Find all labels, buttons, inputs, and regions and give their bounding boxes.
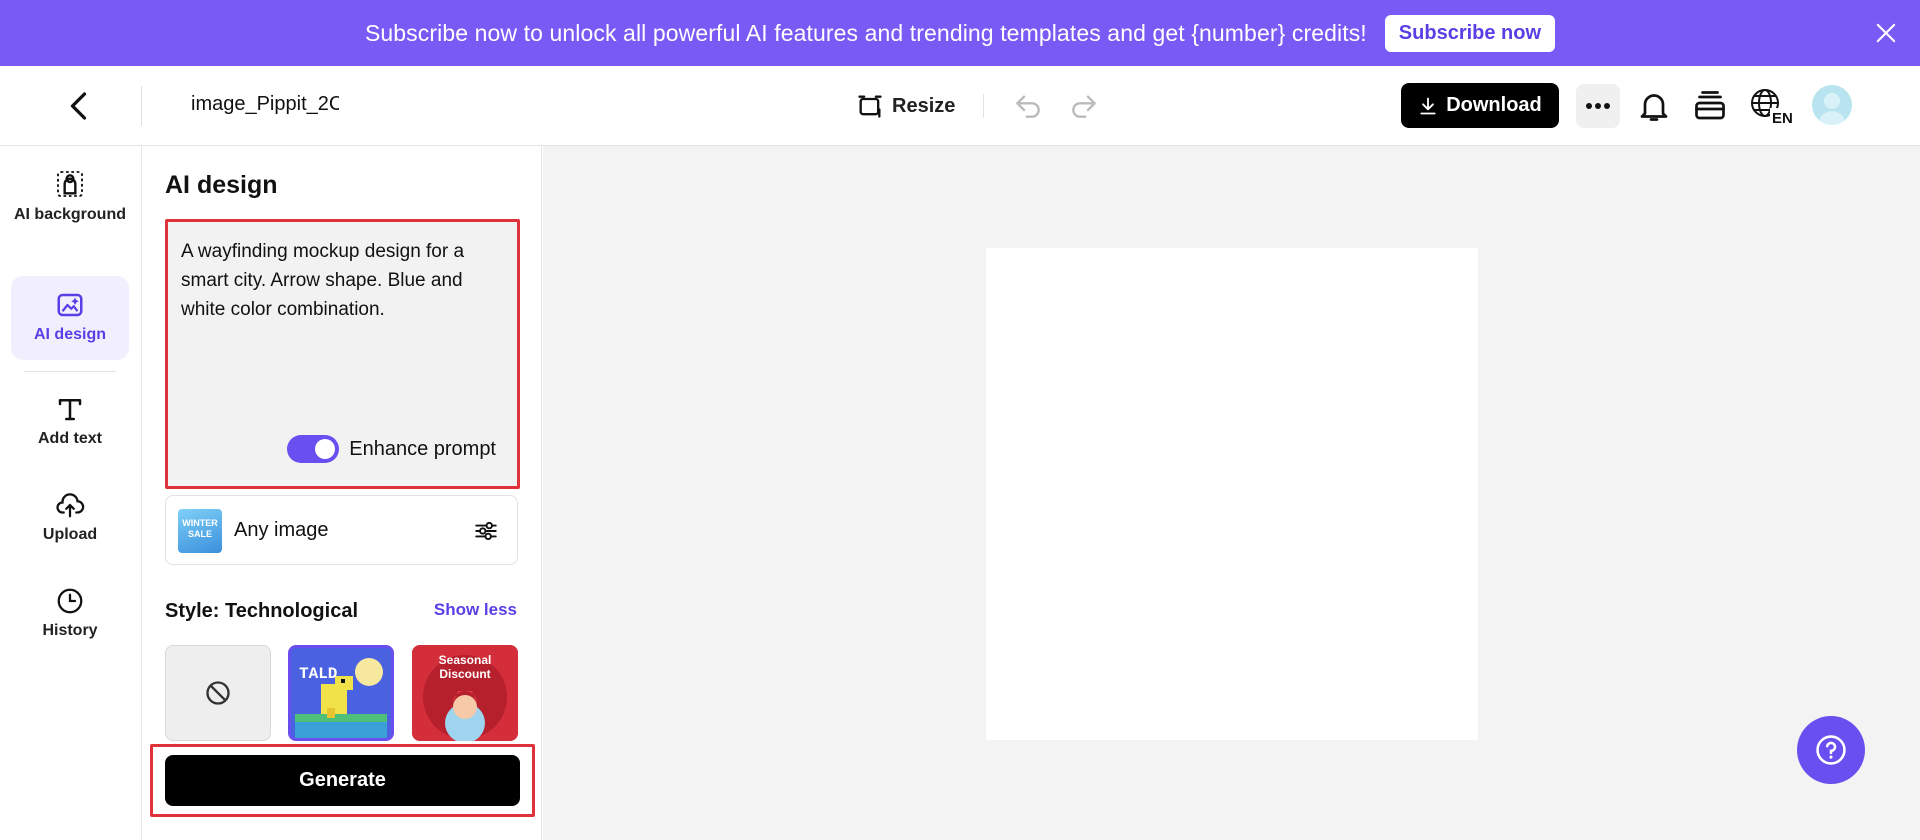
history-icon	[57, 588, 83, 614]
ai-design-panel: AI design A wayfinding mockup design for…	[142, 146, 542, 840]
enhance-prompt-toggle[interactable]	[287, 435, 340, 463]
download-icon	[1420, 97, 1436, 114]
download-button[interactable]: Download	[1401, 83, 1559, 128]
top-toolbar: image_Pippit_2C Resize Download EN	[0, 66, 1920, 146]
nav-label: History	[42, 622, 98, 639]
seasonal-style-thumbnail: Seasonal Discount	[412, 645, 518, 741]
globe-icon: EN	[1751, 89, 1793, 127]
left-navigation: AI background AI design Add text Upload …	[0, 146, 142, 840]
sliders-icon[interactable]	[473, 518, 499, 544]
file-name-input[interactable]: image_Pippit_2C	[191, 93, 339, 116]
generate-button[interactable]: Generate	[165, 755, 520, 806]
layers-stack-icon[interactable]	[1692, 88, 1728, 124]
redo-icon[interactable]	[1068, 90, 1100, 122]
more-options-button[interactable]	[1576, 84, 1620, 128]
technological-style-thumbnail: TALD	[291, 648, 391, 738]
nav-item-ai-design[interactable]: AI design	[11, 276, 129, 360]
show-less-link[interactable]: Show less	[434, 600, 517, 620]
style-tile-none[interactable]	[165, 645, 271, 741]
back-arrow-icon[interactable]	[62, 88, 98, 124]
download-label: Download	[1446, 94, 1542, 116]
promo-banner: Subscribe now to unlock all powerful AI …	[0, 0, 1920, 66]
resize-icon	[858, 95, 882, 118]
toolbar-divider	[141, 86, 142, 126]
nav-item-history[interactable]: History	[11, 586, 129, 642]
style-label: Style: Technological	[165, 600, 358, 622]
artboard[interactable]	[986, 248, 1478, 740]
resize-button[interactable]: Resize	[856, 88, 955, 124]
upload-icon	[56, 493, 85, 518]
nav-label: Add text	[38, 430, 102, 447]
bell-icon[interactable]	[1636, 88, 1672, 124]
style-tile-technological[interactable]: TALD	[288, 645, 394, 741]
any-image-label: Any image	[234, 519, 329, 541]
prompt-text[interactable]: A wayfinding mockup design for a smart c…	[181, 237, 501, 324]
subscribe-now-button[interactable]: Subscribe now	[1384, 14, 1556, 52]
resize-label: Resize	[892, 94, 956, 117]
language-badge: EN	[1772, 110, 1792, 126]
enhance-prompt-control: Enhance prompt	[287, 435, 496, 463]
undo-icon[interactable]	[1012, 90, 1044, 122]
prompt-textarea[interactable]: A wayfinding mockup design for a smart c…	[165, 219, 520, 489]
ai-design-icon	[57, 293, 83, 317]
any-image-selector[interactable]: WINTER SALE Any image	[165, 495, 518, 565]
more-dots-icon	[1586, 103, 1610, 109]
question-icon	[1816, 735, 1846, 765]
nav-label: Upload	[42, 526, 98, 543]
ai-background-icon	[57, 171, 83, 197]
panel-title: AI design	[165, 171, 278, 199]
tile-text: Seasonal Discount	[438, 653, 492, 681]
tile-text: TALD	[299, 665, 337, 683]
nav-label: AI design	[33, 326, 106, 343]
help-button[interactable]	[1797, 716, 1865, 784]
language-button[interactable]: EN	[1748, 86, 1793, 127]
style-tile-seasonal[interactable]: Seasonal Discount	[412, 645, 518, 741]
close-icon[interactable]	[1872, 19, 1900, 47]
nav-label: AI background	[13, 206, 126, 223]
banner-text: Subscribe now to unlock all powerful AI …	[364, 19, 1367, 46]
thumbnail-text: WINTER SALE	[182, 518, 218, 539]
toolbar-divider	[983, 94, 984, 118]
enhance-prompt-label: Enhance prompt	[349, 437, 496, 460]
canvas-workspace[interactable]	[543, 146, 1920, 840]
text-icon	[58, 399, 82, 421]
ban-icon	[206, 681, 230, 705]
nav-item-add-text[interactable]: Add text	[11, 394, 129, 450]
nav-item-ai-background[interactable]: AI background	[11, 168, 129, 226]
image-type-thumbnail: WINTER SALE	[178, 509, 222, 553]
user-avatar-icon	[1818, 93, 1846, 125]
nav-divider	[24, 371, 116, 372]
nav-item-upload[interactable]: Upload	[11, 490, 129, 546]
avatar[interactable]	[1812, 85, 1852, 125]
